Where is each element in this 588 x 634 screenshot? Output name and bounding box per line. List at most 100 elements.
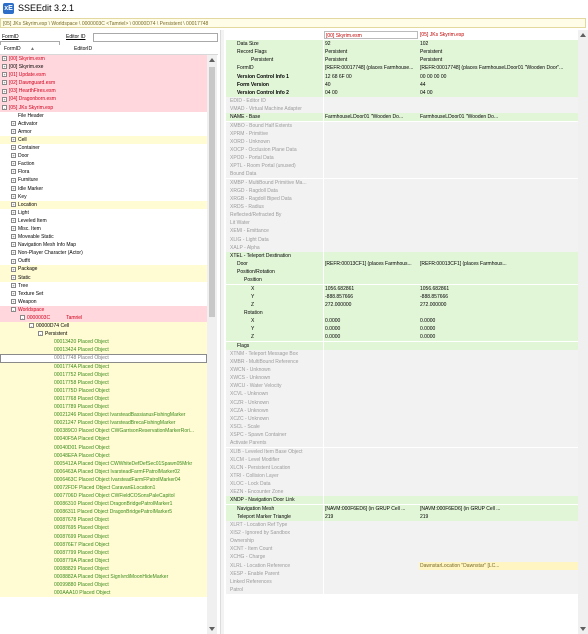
master-value-cell[interactable] — [324, 235, 419, 244]
master-value-cell[interactable] — [324, 406, 419, 415]
collapse-minus-icon[interactable]: - — [20, 315, 25, 321]
expand-plus-icon[interactable]: + — [2, 96, 7, 102]
record-field-row[interactable]: XWCN - Unknown — [226, 366, 588, 375]
record-field-row[interactable]: XLRT - Location Ref Type — [226, 520, 588, 529]
expand-plus-icon[interactable]: + — [11, 282, 16, 288]
editorid-filter-input[interactable] — [93, 33, 218, 42]
record-scroll-down-arrow-icon[interactable] — [580, 627, 586, 631]
expand-plus-icon[interactable]: + — [11, 298, 16, 304]
plugin-value-cell[interactable] — [419, 235, 588, 244]
tree-node[interactable]: 00013424 Placed Object — [0, 346, 207, 355]
record-field-row[interactable]: FormID [REFR:00017748] (places Farmhouse.… — [226, 64, 588, 73]
tree-node[interactable]: 00017748 Placed Object — [0, 354, 207, 363]
tree-node[interactable]: 0008779A Placed Object — [0, 556, 207, 565]
tree-node[interactable]: File Header — [0, 112, 207, 120]
plugin-value-cell[interactable]: 04 00 — [419, 88, 588, 97]
tree-node[interactable]: + Location — [0, 200, 207, 209]
master-value-cell[interactable] — [324, 488, 419, 497]
record-field-row[interactable]: XCZA - Unknown — [226, 406, 588, 415]
tree-node[interactable]: + Static — [0, 273, 207, 282]
record-field-row[interactable]: XMBO - Bound Half Extents — [226, 121, 588, 130]
plugin-value-cell[interactable] — [419, 577, 588, 586]
tree-node[interactable]: - Persistent — [0, 330, 207, 339]
plugin-value-cell[interactable]: 0.0000 — [419, 325, 588, 334]
plugin-value-cell[interactable] — [419, 431, 588, 440]
tree-node[interactable]: 000389C0 Placed Object CWGarrisonReserva… — [0, 427, 207, 436]
record-field-row[interactable]: XLOC - Lock Data — [226, 480, 588, 489]
expand-plus-icon[interactable]: + — [11, 193, 16, 199]
plugin-value-cell[interactable] — [419, 447, 588, 456]
formid-column-header[interactable]: FormID — [4, 46, 21, 52]
record-field-row[interactable]: XTRI - Collision Layer — [226, 471, 588, 481]
tree-scroll-thumb[interactable] — [209, 67, 215, 317]
record-field-row[interactable]: X 0.0000 0.0000 — [226, 317, 588, 326]
master-value-cell[interactable] — [324, 129, 419, 138]
record-field-row[interactable]: Position — [226, 276, 588, 285]
tree-node[interactable]: + [03] HearthFires.esm — [0, 87, 207, 96]
master-value-cell[interactable] — [324, 203, 419, 212]
master-value-cell[interactable] — [324, 577, 419, 586]
collapse-minus-icon[interactable]: - — [38, 331, 43, 337]
master-value-cell[interactable] — [324, 586, 419, 595]
plugin-value-cell[interactable] — [419, 154, 588, 163]
expand-plus-icon[interactable]: + — [2, 56, 7, 62]
master-value-cell[interactable] — [324, 423, 419, 432]
tree-node[interactable]: + Armor — [0, 128, 207, 136]
tree-node[interactable]: 00040F5A Placed Object — [0, 435, 207, 444]
plugin-value-cell[interactable]: 272.000000 — [419, 300, 588, 309]
master-value-cell[interactable] — [324, 374, 419, 383]
record-field-row[interactable]: Flags — [226, 341, 588, 350]
collapse-minus-icon[interactable]: - — [29, 323, 34, 329]
plugin-file-column-header[interactable]: [05] JKs Skyrim.esp — [419, 31, 588, 39]
tree-node[interactable]: 0001774A Placed Object — [0, 362, 207, 371]
record-field-row[interactable]: XRGB - Ragdoll Biped Data — [226, 194, 588, 203]
plugin-value-cell[interactable] — [419, 545, 588, 554]
record-field-row[interactable]: Rotation — [226, 308, 588, 318]
plugin-value-cell[interactable] — [419, 145, 588, 155]
tree-node[interactable]: + Door — [0, 152, 207, 160]
record-field-row[interactable]: Lit Water — [226, 219, 588, 228]
plugin-value-cell[interactable]: 1056.682861 — [419, 284, 588, 293]
tree-node[interactable]: 00099880 Placed Object — [0, 581, 207, 590]
plugin-value-cell[interactable]: -888.857666 — [419, 292, 588, 301]
record-field-row[interactable]: Version Control Info 2 04 00 04 00 — [226, 88, 588, 97]
collapse-minus-icon[interactable]: - — [11, 307, 16, 313]
plugin-value-cell[interactable]: 219 — [419, 512, 588, 521]
tree-node[interactable]: + Navigation Mesh Info Map — [0, 241, 207, 249]
plugin-value-cell[interactable] — [419, 308, 588, 318]
plugin-value-cell[interactable] — [419, 488, 588, 497]
tree-node[interactable]: + Moveable Static — [0, 233, 207, 241]
master-value-cell[interactable] — [324, 439, 419, 448]
record-field-row[interactable]: XPRM - Primitive — [226, 129, 588, 138]
tree-node[interactable]: 00013420 Placed Object — [0, 338, 207, 347]
expand-plus-icon[interactable]: + — [11, 209, 16, 215]
expand-plus-icon[interactable]: + — [11, 169, 16, 175]
expand-plus-icon[interactable]: + — [11, 129, 16, 135]
plugin-value-cell[interactable] — [419, 97, 588, 106]
record-field-row[interactable]: Version Control Info 1 12 68 6F 00 00 00 0… — [226, 72, 588, 81]
record-field-row[interactable]: Form Version 40 44 — [226, 80, 588, 89]
tree-node[interactable]: 0005412A Placed Object CWWhiteDefDefSec0… — [0, 459, 207, 468]
tree-node[interactable]: + Flora — [0, 168, 207, 176]
record-field-row[interactable]: Activate Parents — [226, 439, 588, 448]
record-field-row[interactable]: NAME - Base FarmhouseLDoor01 "Wooden Do..… — [226, 113, 588, 122]
master-value-cell[interactable]: 04 00 — [324, 88, 419, 97]
collapse-minus-icon[interactable]: - — [2, 104, 7, 110]
record-field-row[interactable]: XTEL - Teleport Destination — [226, 251, 588, 260]
tree-node[interactable]: 00087678 Placed Object — [0, 516, 207, 525]
expand-plus-icon[interactable]: + — [11, 177, 16, 183]
master-file-column-header[interactable]: [00] Skyrim.esm — [324, 31, 418, 40]
plugin-value-cell[interactable] — [419, 471, 588, 481]
master-value-cell[interactable]: 92 — [324, 40, 419, 49]
plugin-value-cell[interactable] — [419, 366, 588, 375]
master-value-cell[interactable]: Persistent — [324, 48, 419, 57]
plugin-value-cell[interactable] — [419, 211, 588, 220]
master-value-cell[interactable] — [324, 480, 419, 489]
plugin-value-cell[interactable] — [419, 496, 588, 505]
tree-node[interactable]: 00086310 Placed Object DragonBridgePatro… — [0, 500, 207, 509]
master-value-cell[interactable] — [324, 366, 419, 375]
record-field-row[interactable]: Record Flags Persistent Persistent — [226, 48, 588, 57]
tree-node[interactable]: 00072FDF Placed Object CaravanELocation1 — [0, 483, 207, 493]
plugin-value-cell[interactable] — [419, 251, 588, 260]
master-value-cell[interactable] — [324, 341, 419, 350]
